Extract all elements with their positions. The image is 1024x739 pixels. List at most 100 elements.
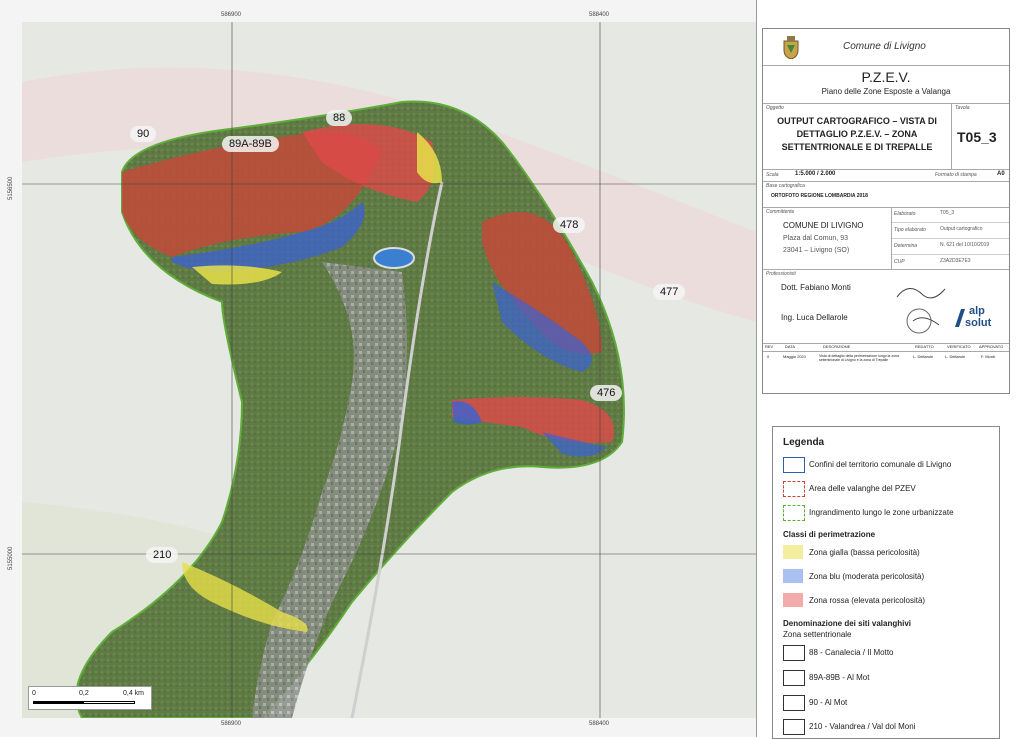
divider [951, 103, 952, 169]
map-canvas[interactable]: 90 89A-89B 88 478 477 476 210 [22, 22, 756, 718]
rev-header: APPROVATO [979, 344, 1004, 349]
revision-table: REV DATA DESCRIZIONE REDATTO VERIFICATO … [763, 343, 1009, 393]
base-row: Base cartografica ORTOFOTO REGIONE LOMBA… [763, 181, 1009, 208]
municipality-name: Comune di Livigno [843, 41, 926, 52]
rev-cell: L. Dellarole [945, 354, 966, 359]
committente-address-2: 23041 – Livigno (SO) [783, 247, 850, 254]
class-label: Zona blu (moderata pericolosità) [809, 572, 925, 581]
municipal-border-swatch [783, 457, 805, 473]
plan-title: P.Z.E.V. [861, 69, 911, 85]
site-label-89: 89A-89B [222, 136, 279, 152]
coord-top-1: 586900 [221, 12, 242, 18]
alpsolut-logo-line-2: solut [965, 317, 992, 329]
legend-panel: Legenda Confini del territorio comunale … [772, 426, 1000, 739]
committente-label: Committente [766, 209, 795, 215]
alpsolut-logo-line-1: alp [969, 305, 985, 317]
site-label-90: 90 [130, 126, 157, 142]
rev-header: VERIFICATO [947, 344, 971, 349]
sites-title: Denominazione dei siti valanghivi [783, 619, 912, 628]
rev-header: DATA [785, 344, 796, 349]
field-label: CUP [894, 259, 905, 265]
field-row: CUP Z3A2D3E7E3 [892, 255, 1009, 270]
coat-of-arms-icon [783, 36, 799, 59]
base-label: Base cartografica [766, 183, 805, 189]
fields-table: Elaborato T05_3 Tipo elaborato Output ca… [892, 207, 1009, 270]
legend-item-label: Area delle valanghe del PZEV [809, 484, 916, 493]
red-zone-swatch [783, 593, 803, 607]
site-label-88: 88 [326, 110, 353, 126]
field-row: Elaborato T05_3 [892, 207, 1009, 223]
committente-name: COMUNE DI LIVIGNO [783, 221, 864, 230]
coord-left-1: 5156500 [8, 176, 14, 200]
site-label-477: 477 [653, 284, 686, 300]
revision-header: REV DATA DESCRIZIONE REDATTO VERIFICATO … [763, 343, 1009, 352]
sports-field [373, 247, 415, 269]
professionisti-label: Professionisti [766, 271, 796, 277]
class-label: Zona gialla (bassa pericolosità) [809, 548, 920, 557]
rev-header: REDATTO [915, 344, 934, 349]
site-swatch [783, 670, 805, 686]
field-value: T05_3 [940, 210, 955, 216]
committente-address-1: Plaza dal Comun, 93 [783, 235, 848, 242]
classes-title: Classi di perimetrazione [783, 530, 876, 539]
scale-segment-black [33, 701, 83, 704]
professional-2: Ing. Luca Dellarole [781, 313, 848, 322]
orthophoto-map [22, 22, 756, 718]
plan-title-row: P.Z.E.V. Piano delle Zone Esposte a Vala… [763, 65, 1009, 104]
site-label-210: 210 [146, 547, 179, 563]
yellow-zone-swatch [783, 545, 803, 559]
scale-tick-1: 0,2 [79, 690, 89, 697]
signature-stamp-icon [896, 288, 946, 334]
coord-top-2: 588400 [589, 12, 610, 18]
site-label-478: 478 [553, 217, 586, 233]
title-block: Comune di Livigno P.Z.E.V. Piano delle Z… [762, 28, 1010, 394]
plan-subtitle: Piano delle Zone Esposte a Valanga [821, 87, 951, 96]
committente-row: Committente COMUNE DI LIVIGNO Plaza dal … [763, 207, 1009, 270]
site-swatch [783, 719, 805, 735]
revision-row: 0 Maggio 2021 Vista di dettaglio della p… [763, 352, 1009, 366]
field-label: Elaborato [894, 211, 916, 217]
coord-bottom-1: 586900 [221, 721, 242, 727]
site-swatch [783, 645, 805, 661]
rev-cell: F. Monti [981, 354, 996, 359]
scala-label: Scala [766, 172, 779, 178]
legend-title: Legenda [783, 437, 825, 448]
field-row: Tipo elaborato Output cartografico [892, 223, 1009, 239]
rev-header: REV [765, 344, 774, 349]
field-value: N. 621 del 10/10/2019 [940, 242, 990, 248]
professional-1: Dott. Fabiano Monti [781, 283, 851, 292]
scale-segment-white [83, 701, 135, 704]
site-label-476: 476 [590, 385, 623, 401]
scale-tick-0: 0 [32, 690, 36, 697]
site-swatch [783, 695, 805, 711]
rev-cell: Vista di dettaglio della perimetrazione … [819, 354, 899, 362]
rev-header: DESCRIZIONE [823, 344, 851, 349]
oggetto-text: OUTPUT CARTOGRAFICO – VISTA DI DETTAGLIO… [777, 116, 937, 152]
rev-cell: 0 [767, 354, 770, 359]
rev-cell: L. Dellarole [913, 354, 934, 359]
formato-label: Formato di stampa [935, 172, 977, 178]
professionisti-row: Professionisti Dott. Fabiano Monti Ing. … [763, 269, 1009, 344]
enlargement-swatch [783, 505, 805, 521]
formato-value: A0 [997, 171, 1005, 177]
coord-left-2: 5155000 [8, 546, 14, 570]
header-row: Comune di Livigno [763, 29, 1009, 66]
avalanche-area-swatch [783, 481, 805, 497]
site-label: 210 - Valandrea / Val dol Moni [809, 722, 916, 731]
legend-item-label: Confini del territorio comunale di Livig… [809, 460, 952, 469]
map-frame: 586900 588400 586900 588400 5156500 5155… [0, 0, 757, 737]
field-row: Determina N. 621 del 10/10/2019 [892, 239, 1009, 255]
base-value: ORTOFOTO REGIONE LOMBARDIA 2018 [771, 193, 868, 199]
scale-bar: 0 0,2 0,4 km [28, 686, 152, 710]
field-label: Determina [894, 243, 918, 249]
scale-tick-2: 0,4 km [123, 690, 145, 697]
legend-item-label: Ingrandimento lungo le zone urbanizzate [809, 508, 954, 517]
blue-zone-swatch [783, 569, 803, 583]
site-label: 89A-89B - Al Mot [809, 673, 870, 682]
site-label: 88 - Canalecia / Il Motto [809, 648, 894, 657]
scala-value: 1:5.000 / 2.000 [795, 171, 836, 177]
oggetto-label: Oggetto [766, 105, 784, 111]
tavola-label: Tavola [955, 105, 970, 111]
field-value: Z3A2D3E7E3 [940, 258, 971, 264]
oggetto-row: Oggetto OUTPUT CARTOGRAFICO – VISTA DI D… [763, 103, 1009, 170]
